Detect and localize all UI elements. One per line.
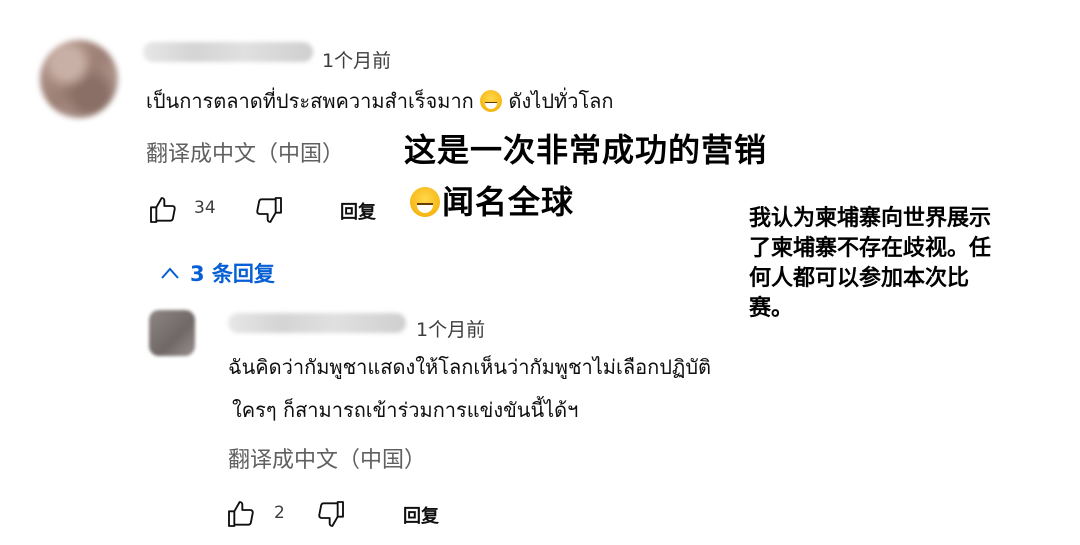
reply-button[interactable]: 回复 <box>340 198 376 224</box>
reply-avatar[interactable] <box>149 310 195 356</box>
like-count: 34 <box>194 198 216 218</box>
thumbs-down-icon[interactable] <box>314 498 348 530</box>
reply-username-blurred[interactable] <box>228 313 406 333</box>
side-note: 我认为柬埔寨向世界展示 了柬埔寨不存在歧视。任 何人都可以参加本次比 赛。 <box>749 204 1074 324</box>
overlay-translation-line1: 这是一次非常成功的营销 <box>404 131 768 169</box>
chevron-up-icon <box>160 266 180 280</box>
comment-text: เป็นการตลาดที่ประสพความสำเร็จมาก ดังไปทั… <box>146 86 614 116</box>
sweat-smile-emoji-icon <box>480 90 503 112</box>
avatar[interactable] <box>40 40 118 118</box>
overlay-translation-line2: 闻名全球 <box>410 177 574 223</box>
reply-timestamp[interactable]: 1个月前 <box>416 315 485 342</box>
comment-text-main: เป็นการตลาดที่ประสพความสำเร็จมาก <box>146 89 474 113</box>
replies-toggle-label: 3 条回复 <box>190 262 275 286</box>
thumbs-up-icon[interactable] <box>224 498 258 530</box>
username-blurred[interactable] <box>143 42 313 62</box>
reply-like-count: 2 <box>274 503 285 523</box>
reply-text-line1: ฉันคิดว่ากัมพูชาแสดงให้โลกเห็นว่ากัมพูชา… <box>228 355 712 379</box>
comment-timestamp[interactable]: 1个月前 <box>322 46 391 73</box>
reply-text-line2: ใครๆ ก็สามารถเข้าร่วมการแข่งขันนี้ได้ฯ <box>232 398 579 422</box>
side-note-line: 赛。 <box>749 296 794 321</box>
reply-translate-link[interactable]: 翻译成中文（中国） <box>228 442 426 474</box>
thumbs-up-icon[interactable] <box>146 194 180 226</box>
thumbs-down-icon[interactable] <box>252 194 286 226</box>
side-note-line: 我认为柬埔寨向世界展示 <box>749 206 992 231</box>
reply-reply-button[interactable]: 回复 <box>403 502 439 528</box>
side-note-line: 何人都可以参加本次比 <box>749 266 970 291</box>
replies-toggle[interactable]: 3 条回复 <box>160 258 275 288</box>
sweat-smile-emoji-icon <box>410 187 440 217</box>
translate-link[interactable]: 翻译成中文（中国） <box>146 136 344 168</box>
comment-text-tail: ดังไปทั่วโลก <box>508 89 614 113</box>
side-note-line: 了柬埔寨不存在歧视。任 <box>749 236 992 261</box>
